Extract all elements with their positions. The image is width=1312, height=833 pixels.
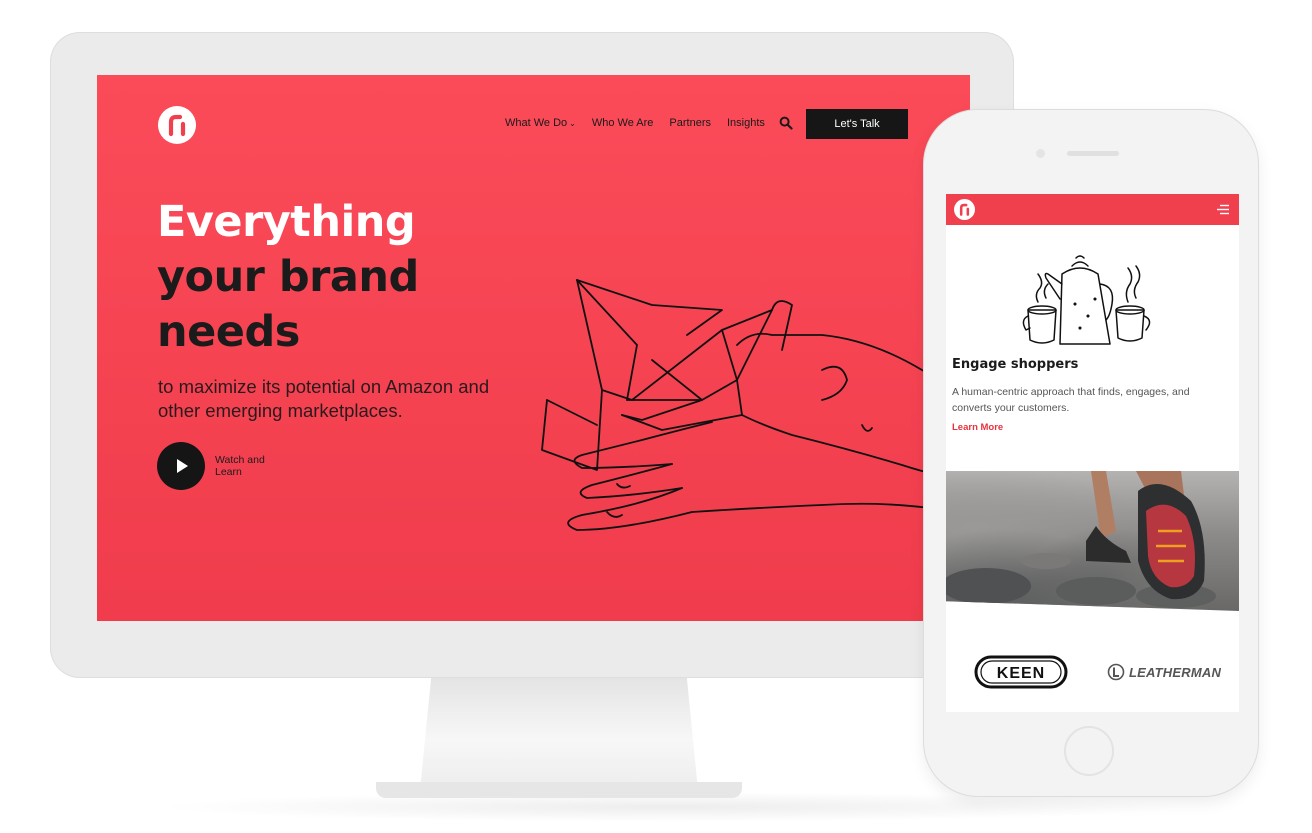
- leatherman-logo-icon: [1107, 663, 1125, 681]
- nav-item-insights[interactable]: Insights: [727, 117, 765, 129]
- mobile-screen: Engage shoppers A human-centric approach…: [946, 194, 1239, 712]
- brand-logo[interactable]: [158, 106, 196, 144]
- origami-hand-illustration: [541, 279, 970, 531]
- main-nav: What We Do ⌄ Who We Are Partners Insights: [505, 116, 807, 130]
- hiking-photo: [946, 471, 1239, 611]
- brand-logo-icon: [168, 114, 186, 137]
- watch-video-label[interactable]: Watch and Learn: [215, 454, 285, 478]
- phone-speaker: [1067, 151, 1119, 156]
- hero-title-line-1: Everything: [157, 197, 416, 247]
- brand-logo-icon: [959, 203, 970, 216]
- nav-item-what-we-do[interactable]: What We Do ⌄: [505, 117, 576, 129]
- hamburger-menu-icon[interactable]: [1216, 204, 1230, 215]
- hero-subtitle: to maximize its potential on Amazon and …: [158, 376, 490, 421]
- hiking-photo-image: [946, 471, 1216, 608]
- keen-logo: KEEN: [974, 655, 1068, 689]
- mobile-brand-logo[interactable]: [954, 199, 975, 220]
- nav-item-label: What We Do: [505, 117, 568, 129]
- leatherman-logo: LEATHERMAN: [1107, 663, 1221, 681]
- learn-more-link[interactable]: Learn More: [952, 422, 1003, 433]
- phone-camera: [1036, 149, 1045, 158]
- search-icon[interactable]: [779, 116, 793, 130]
- card-description: A human-centric approach that finds, eng…: [952, 386, 1190, 414]
- play-icon: [177, 459, 188, 473]
- card-title: Engage shoppers: [952, 357, 1079, 372]
- chevron-down-icon: ⌄: [569, 119, 576, 128]
- nav-item-who-we-are[interactable]: Who We Are: [592, 117, 654, 129]
- mobile-header: [946, 194, 1239, 225]
- monitor-stand: [420, 678, 698, 790]
- monitor-foot: [376, 782, 742, 798]
- lets-talk-button[interactable]: Let's Talk: [806, 109, 908, 139]
- desktop-screen: What We Do ⌄ Who We Are Partners Insights…: [97, 75, 970, 621]
- hero-title: Everything your brand needs: [157, 195, 419, 360]
- nav-item-partners[interactable]: Partners: [669, 117, 711, 129]
- coffee-illustration: [1022, 255, 1151, 345]
- hero-title-line-2: your brand: [157, 252, 419, 302]
- leatherman-logo-text: LEATHERMAN: [1129, 664, 1222, 680]
- phone-home-button[interactable]: [1064, 726, 1114, 776]
- hero-title-line-3: needs: [157, 307, 300, 357]
- watch-video-button[interactable]: [157, 442, 205, 490]
- keen-logo-text: KEEN: [997, 665, 1045, 682]
